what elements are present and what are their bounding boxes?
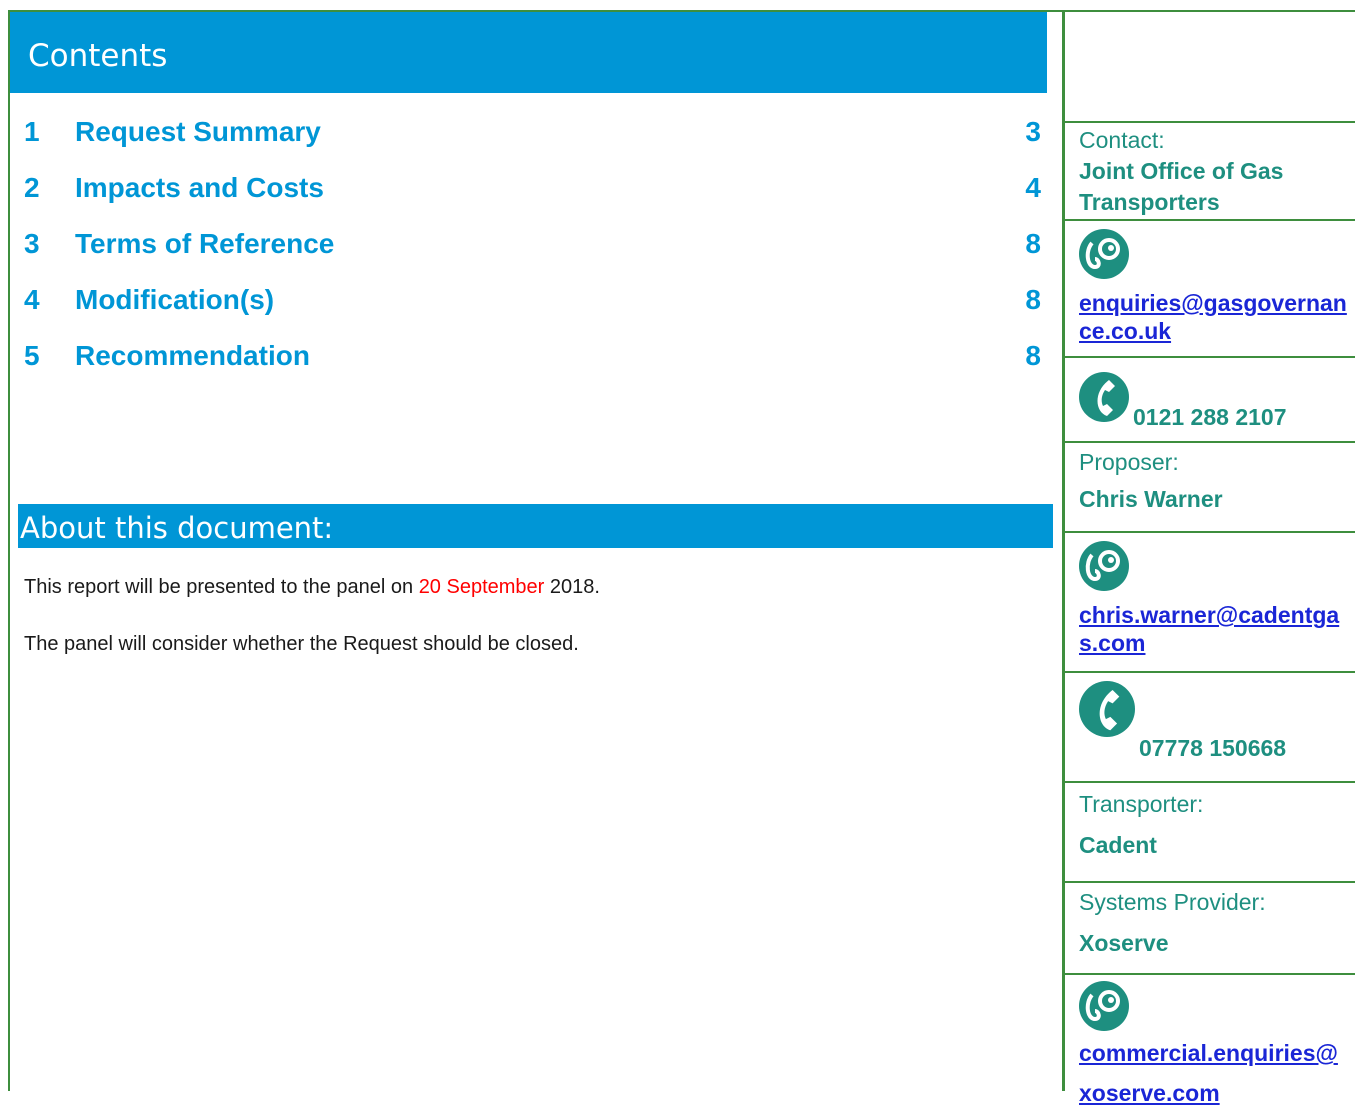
contact-phone-block: 0121 288 2107 [1065, 358, 1355, 443]
toc-item[interactable]: 3 Terms of Reference 8 [10, 218, 1047, 274]
toc-item-page: 8 [1025, 228, 1041, 259]
toc-item-page: 3 [1025, 116, 1041, 147]
contact-email-link[interactable]: enquiries@gasgovernance.co.uk [1079, 289, 1349, 345]
proposer-block: Proposer: Chris Warner [1065, 443, 1355, 533]
contact-block: Contact: Joint Office of Gas Transporter… [1065, 123, 1355, 221]
email-icon [1079, 229, 1129, 279]
systems-email-link[interactable]: commercial.enquiries@xoserve.com [1079, 1033, 1349, 1113]
systems-provider-name: Xoserve [1079, 930, 1169, 956]
toc-item-number: 3 [24, 228, 40, 259]
toc-item[interactable]: 2 Impacts and Costs 4 [10, 162, 1047, 218]
toc-item[interactable]: 1 Request Summary 3 [10, 106, 1047, 162]
phone-icon [1079, 372, 1129, 422]
toc-item-title[interactable]: Modification(s) [75, 284, 274, 316]
proposer-email-link[interactable]: chris.warner@cadentgas.com [1079, 601, 1349, 657]
proposer-phone[interactable]: 07778 150668 [1139, 735, 1286, 762]
toc-item-page: 8 [1025, 340, 1041, 371]
toc-item-title[interactable]: Terms of Reference [75, 228, 334, 260]
about-paragraph: This report will be presented to the pan… [24, 576, 600, 598]
contact-name: Joint Office of Gas Transporters [1079, 158, 1284, 215]
sidebar-blank [1065, 10, 1355, 123]
contact-phone[interactable]: 0121 288 2107 [1133, 404, 1287, 431]
proposer-name: Chris Warner [1079, 486, 1223, 512]
contact-sidebar: Contact: Joint Office of Gas Transporter… [1062, 10, 1355, 1106]
systems-provider-label: Systems Provider: [1079, 889, 1266, 915]
about-paragraph: The panel will consider whether the Requ… [24, 633, 579, 655]
toc-item-number: 1 [24, 116, 40, 147]
transporter-block: Transporter: Cadent [1065, 783, 1355, 883]
email-icon [1079, 981, 1129, 1031]
toc-item-number: 2 [24, 172, 40, 203]
toc-item-title[interactable]: Request Summary [75, 116, 321, 148]
presentation-date: 20 September [418, 576, 545, 598]
toc-item-page: 8 [1025, 284, 1041, 315]
systems-provider-block: Systems Provider: Xoserve [1065, 883, 1355, 975]
proposer-label: Proposer: [1079, 449, 1179, 475]
systems-email-block: commercial.enquiries@xoserve.com [1065, 975, 1355, 1106]
phone-icon [1079, 681, 1135, 737]
transporter-name: Cadent [1079, 832, 1157, 858]
toc-item-title[interactable]: Recommendation [75, 340, 310, 372]
table-of-contents: 1 Request Summary 3 2 Impacts and Costs … [10, 106, 1047, 386]
contents-heading: Contents [10, 12, 1047, 93]
toc-item-page: 4 [1025, 172, 1041, 203]
about-heading: About this document: [18, 504, 1053, 548]
proposer-phone-block: 07778 150668 [1065, 673, 1355, 783]
toc-item-title[interactable]: Impacts and Costs [75, 172, 324, 204]
contact-label: Contact: [1079, 127, 1165, 153]
toc-item[interactable]: 4 Modification(s) 8 [10, 274, 1047, 330]
toc-item-number: 4 [24, 284, 40, 315]
proposer-email-block: chris.warner@cadentgas.com [1065, 533, 1355, 673]
toc-item-number: 5 [24, 340, 40, 371]
email-icon [1079, 541, 1129, 591]
toc-item[interactable]: 5 Recommendation 8 [10, 330, 1047, 386]
contact-email-block: enquiries@gasgovernance.co.uk [1065, 221, 1355, 358]
transporter-label: Transporter: [1079, 791, 1204, 817]
